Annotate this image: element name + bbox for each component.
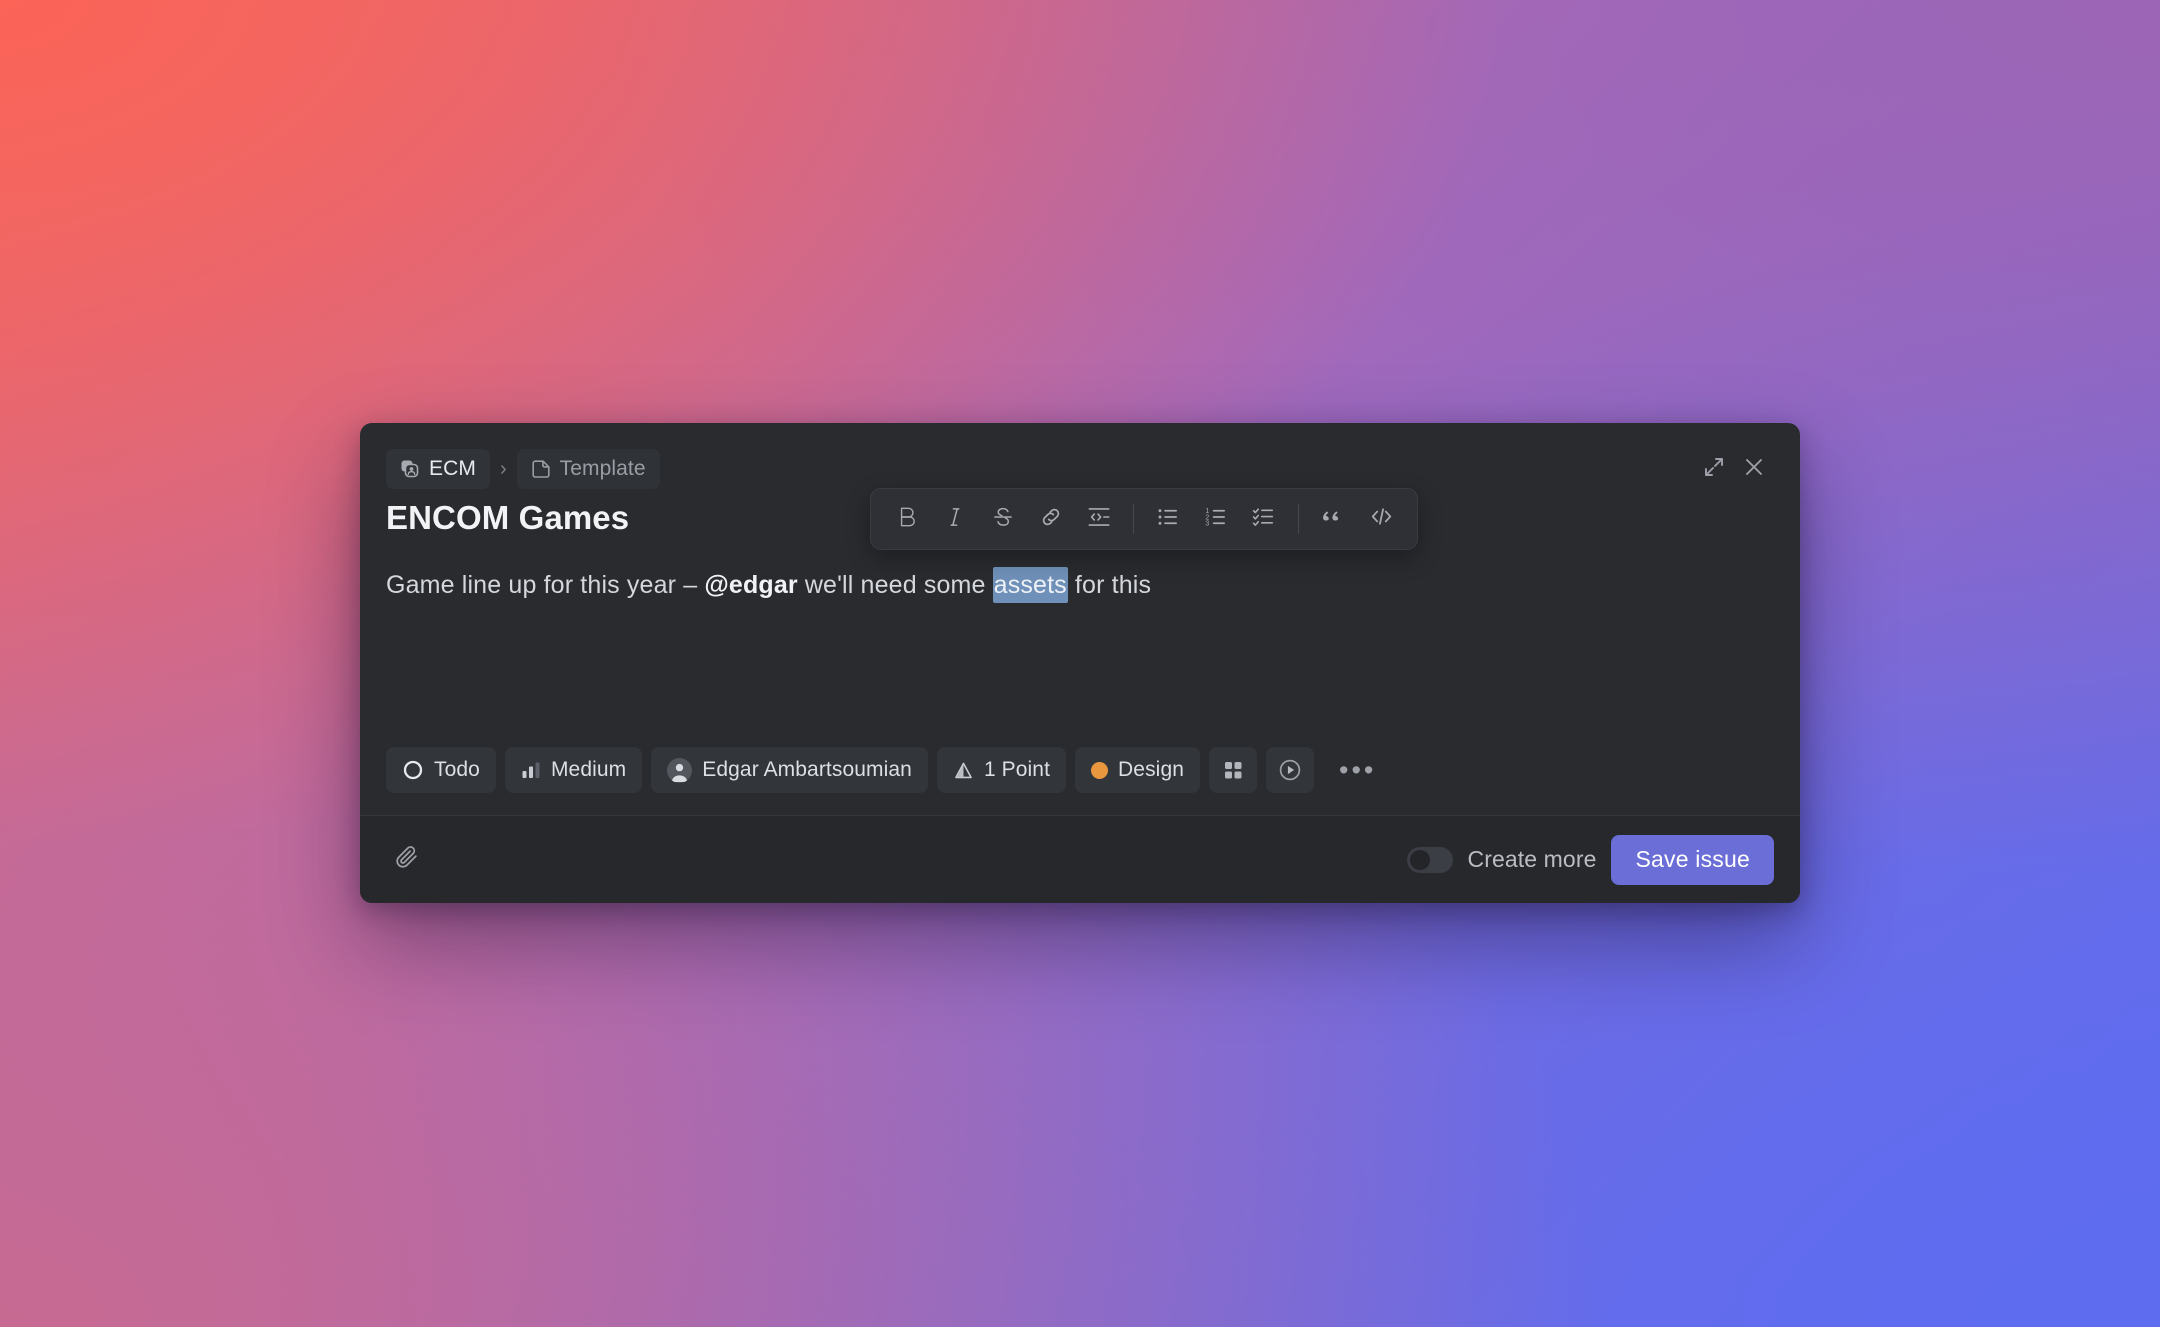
link-button[interactable] <box>1028 497 1074 541</box>
priority-label: Medium <box>550 758 627 781</box>
toolbar-divider-2 <box>1298 504 1299 534</box>
issue-title-input[interactable]: ENCOM Games <box>386 493 629 541</box>
close-icon <box>1742 455 1766 484</box>
link-icon <box>1038 504 1064 535</box>
quote-button[interactable] <box>1310 497 1356 541</box>
project-picker[interactable] <box>1209 747 1257 793</box>
bold-icon <box>894 504 920 535</box>
title-row: ENCOM Games 1 2 3 <box>386 488 1774 555</box>
description-text-before: Game line up for this year – <box>386 571 705 599</box>
description-text-after: for this <box>1067 571 1152 599</box>
code-block-icon <box>1368 503 1395 535</box>
grid-icon <box>1222 759 1244 781</box>
mention-edgar[interactable]: @edgar <box>704 571 797 599</box>
description-text-middle: we'll need some <box>797 571 993 599</box>
create-more-label: Create more <box>1467 846 1597 872</box>
attach-file-button[interactable] <box>386 839 428 881</box>
status-label: Todo <box>434 758 480 781</box>
toggle-knob <box>1409 849 1430 870</box>
assignee-picker[interactable]: Edgar Ambartsoumian <box>651 747 928 793</box>
breadcrumb-project[interactable]: ECM <box>386 449 490 489</box>
modal-footer: Create more Save issue <box>360 815 1800 903</box>
label-color-dot <box>1091 761 1109 779</box>
play-circle-icon <box>1277 757 1303 783</box>
numbered-list-button[interactable]: 1 2 3 <box>1193 497 1239 541</box>
footer-right: Create more Save issue <box>1406 834 1774 885</box>
footer-left <box>386 839 428 881</box>
expand-icon <box>1702 455 1726 484</box>
formatting-toolbar: 1 2 3 <box>870 488 1418 550</box>
bulleted-list-button[interactable] <box>1145 497 1191 541</box>
strikethrough-icon <box>990 504 1016 535</box>
label-name: Design <box>1118 758 1184 781</box>
modal-header: ECM › Template <box>360 423 1800 493</box>
strikethrough-button[interactable] <box>980 497 1026 541</box>
quote-icon <box>1320 503 1347 535</box>
bulleted-list-icon <box>1155 504 1181 535</box>
inline-code-icon <box>1085 503 1113 536</box>
assignee-label: Edgar Ambartsoumian <box>702 758 912 781</box>
estimate-icon <box>953 760 974 781</box>
issue-properties: Todo Medium Edgar Ambartsoumian 1 Point … <box>386 747 1375 793</box>
code-block-button[interactable] <box>1358 497 1404 541</box>
todo-status-icon <box>402 759 424 781</box>
create-issue-modal: ECM › Template ENCOM Games 1 2 3 Game li… <box>360 423 1800 903</box>
breadcrumb-template-label: Template <box>559 457 646 480</box>
breadcrumb-separator: › <box>499 457 507 480</box>
expand-button[interactable] <box>1694 449 1734 489</box>
paperclip-icon <box>394 844 420 875</box>
breadcrumb-template[interactable]: Template <box>516 449 660 489</box>
save-issue-button[interactable]: Save issue <box>1611 834 1774 885</box>
inline-code-button[interactable] <box>1076 497 1122 541</box>
more-options-button[interactable]: ••• <box>1323 747 1375 793</box>
status-picker[interactable]: Todo <box>386 747 496 793</box>
modal-body: ENCOM Games 1 2 3 Game line up for this … <box>360 488 1800 815</box>
toolbar-divider <box>1133 504 1134 534</box>
svg-text:3: 3 <box>1205 520 1209 527</box>
label-picker[interactable]: Design <box>1075 747 1200 793</box>
estimate-picker[interactable]: 1 Point <box>936 747 1067 793</box>
team-icon <box>400 459 420 479</box>
breadcrumb-project-label: ECM <box>429 457 476 480</box>
close-button[interactable] <box>1734 449 1774 489</box>
breadcrumb: ECM › Template <box>386 449 660 489</box>
italic-icon <box>942 504 968 535</box>
italic-button[interactable] <box>932 497 978 541</box>
estimate-label: 1 Point <box>983 758 1051 781</box>
numbered-list-icon: 1 2 3 <box>1203 504 1229 535</box>
cycle-picker[interactable] <box>1266 747 1314 793</box>
todo-list-button[interactable] <box>1241 497 1287 541</box>
selected-text: assets <box>992 567 1068 603</box>
create-more-toggle[interactable] <box>1406 846 1453 873</box>
template-icon <box>531 459 551 479</box>
priority-picker[interactable]: Medium <box>504 747 643 793</box>
ellipsis-icon: ••• <box>1339 755 1377 785</box>
bold-button[interactable] <box>884 497 930 541</box>
avatar <box>667 757 693 783</box>
priority-medium-icon <box>521 760 541 780</box>
todo-list-icon <box>1251 504 1277 535</box>
issue-description-input[interactable]: Game line up for this year – @edgar we'l… <box>386 555 1774 605</box>
